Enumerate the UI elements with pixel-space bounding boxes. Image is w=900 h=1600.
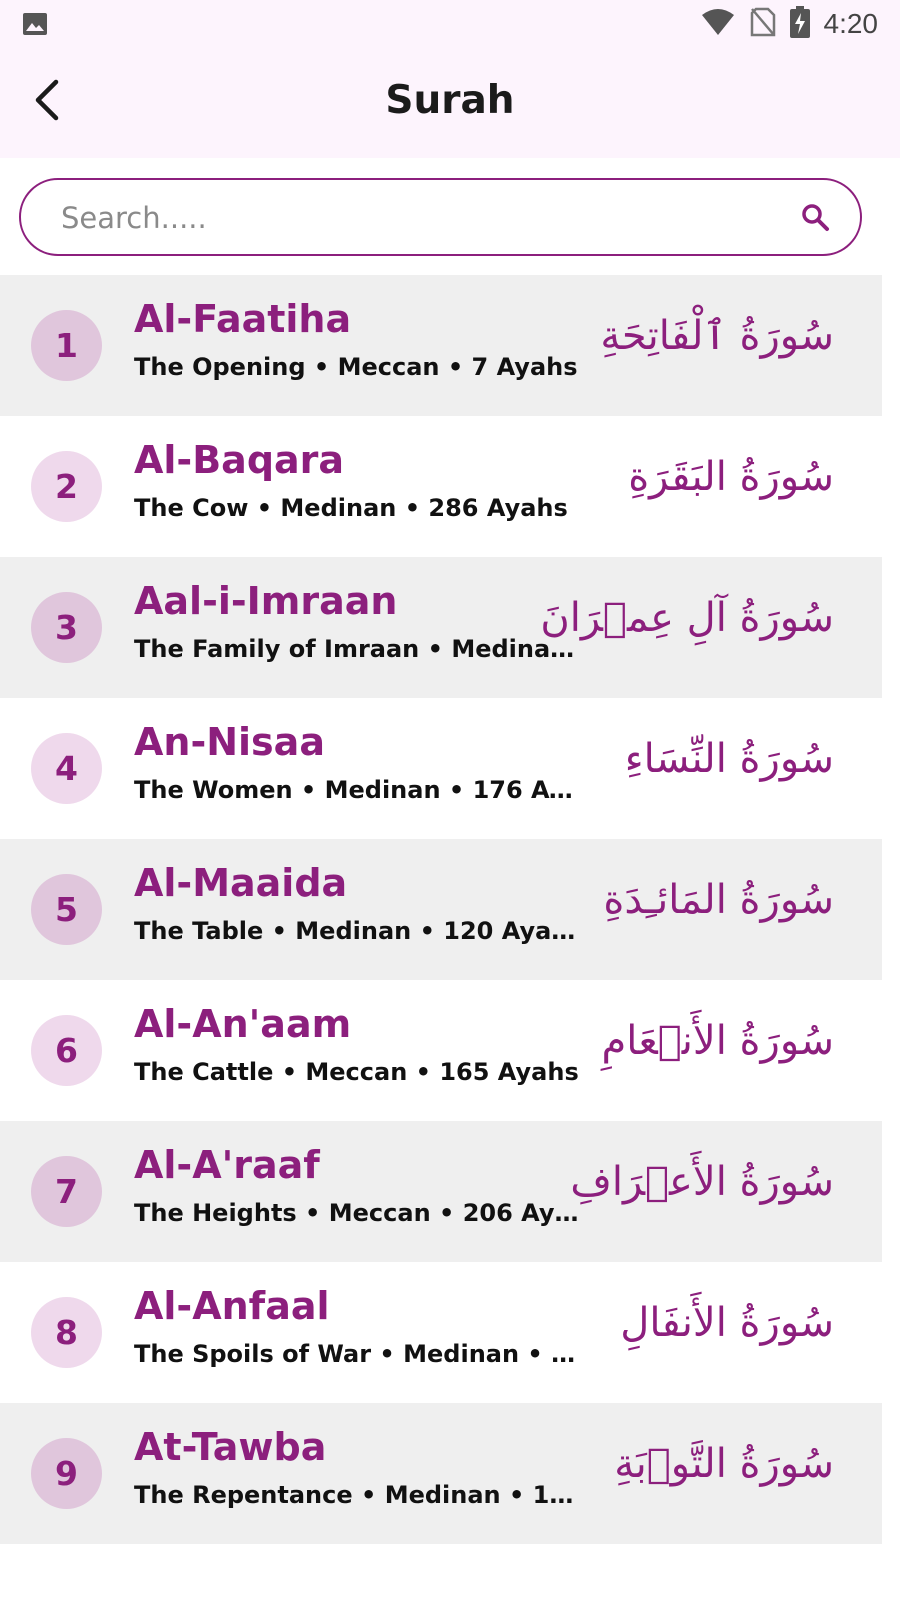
image-icon xyxy=(22,12,48,36)
status-bar: 4:20 xyxy=(0,0,900,48)
search-input[interactable] xyxy=(61,198,761,238)
surah-meta: The Repentance • Medinan • 129 A… xyxy=(134,1481,580,1509)
surah-meta: The Spoils of War • Medinan • 75 … xyxy=(134,1340,580,1368)
status-time: 4:20 xyxy=(823,8,879,39)
surah-arabic-name: سُورَةُ الأَعۡرَافِ xyxy=(570,1159,834,1205)
page-title: Surah xyxy=(385,78,515,123)
surah-meta: The Family of Imraan • Medina… xyxy=(134,635,575,663)
surah-name: Al-Faatiha xyxy=(134,297,352,341)
surah-name: Al-A'raaf xyxy=(134,1143,320,1187)
surah-number: 1 xyxy=(31,310,102,381)
surah-arabic-name: سُورَةُ آلِ عِمۡرَانَ xyxy=(540,595,834,641)
surah-name: An-Nisaa xyxy=(134,720,325,764)
surah-item[interactable]: 3 Aal-i-Imraan The Family of Imraan • Me… xyxy=(0,557,882,698)
search-bar[interactable] xyxy=(19,178,862,256)
surah-number: 3 xyxy=(31,592,102,663)
surah-arabic-name: سُورَةُ الأَنۡعَامِ xyxy=(601,1018,834,1064)
surah-number: 6 xyxy=(31,1015,102,1086)
search-icon[interactable] xyxy=(800,202,830,232)
surah-list: 1 Al-Faatiha The Opening • Meccan • 7 Ay… xyxy=(0,275,882,1544)
surah-number: 8 xyxy=(31,1297,102,1368)
surah-arabic-name: سُورَةُ التَّوۡبَةِ xyxy=(614,1441,834,1487)
surah-arabic-name: سُورَةُ الأَنفَالِ xyxy=(620,1300,834,1346)
surah-arabic-name: سُورَةُ النِّسَاءِ xyxy=(624,736,834,782)
surah-name: Al-Baqara xyxy=(134,438,345,482)
surah-item[interactable]: 8 Al-Anfaal The Spoils of War • Medinan … xyxy=(0,1262,882,1403)
surah-arabic-name: سُورَةُ ٱلْفَاتِحَةِ xyxy=(600,313,834,359)
surah-item[interactable]: 9 At-Tawba The Repentance • Medinan • 12… xyxy=(0,1403,882,1544)
surah-meta: The Table • Medinan • 120 Ayahs xyxy=(134,917,580,945)
surah-number: 9 xyxy=(31,1438,102,1509)
surah-item[interactable]: 2 Al-Baqara The Cow • Medinan • 286 Ayah… xyxy=(0,416,882,557)
surah-meta: The Cow • Medinan • 286 Ayahs xyxy=(134,494,568,522)
surah-item[interactable]: 5 Al-Maaida The Table • Medinan • 120 Ay… xyxy=(0,839,882,980)
app-bar: Surah xyxy=(0,48,900,158)
surah-number: 2 xyxy=(31,451,102,522)
surah-number: 5 xyxy=(31,874,102,945)
surah-meta: The Cattle • Meccan • 165 Ayahs xyxy=(134,1058,579,1086)
surah-meta: The Opening • Meccan • 7 Ayahs xyxy=(134,353,578,381)
no-sim-icon xyxy=(750,7,776,41)
surah-arabic-name: سُورَةُ المَائـِدَةِ xyxy=(603,877,834,923)
surah-item[interactable]: 1 Al-Faatiha The Opening • Meccan • 7 Ay… xyxy=(0,275,882,416)
surah-name: Al-Anfaal xyxy=(134,1284,330,1328)
surah-meta: The Heights • Meccan • 206 Aya… xyxy=(134,1199,580,1227)
surah-number: 4 xyxy=(31,733,102,804)
surah-name: Aal-i-Imraan xyxy=(134,579,398,623)
battery-charging-icon xyxy=(789,6,810,42)
surah-item[interactable]: 7 Al-A'raaf The Heights • Meccan • 206 A… xyxy=(0,1121,882,1262)
surah-name: Al-An'aam xyxy=(134,1002,352,1046)
surah-meta: The Women • Medinan • 176 Ayahs xyxy=(134,776,580,804)
surah-arabic-name: سُورَةُ البَقَرَةِ xyxy=(628,454,834,500)
surah-name: At-Tawba xyxy=(134,1425,327,1469)
wifi-icon xyxy=(700,7,736,41)
surah-name: Al-Maaida xyxy=(134,861,348,905)
surah-item[interactable]: 4 An-Nisaa The Women • Medinan • 176 Aya… xyxy=(0,698,882,839)
surah-number: 7 xyxy=(31,1156,102,1227)
surah-item[interactable]: 6 Al-An'aam The Cattle • Meccan • 165 Ay… xyxy=(0,980,882,1121)
